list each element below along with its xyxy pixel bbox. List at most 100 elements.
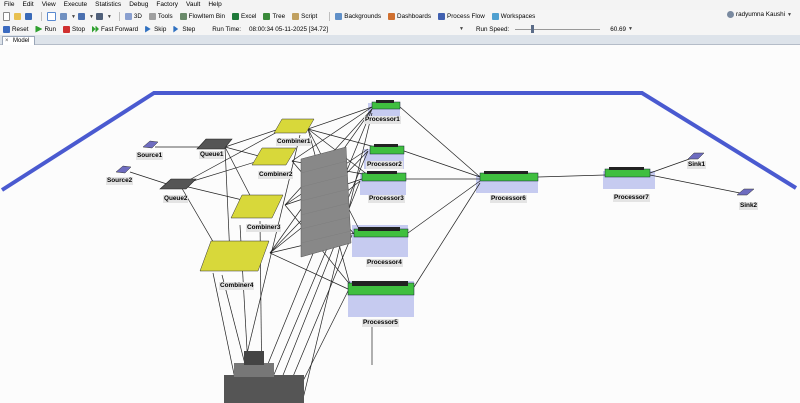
tools-button-label: Tools	[157, 13, 173, 20]
chevron-down-icon: ▼	[71, 13, 76, 20]
backgrounds-button[interactable]: Backgrounds	[335, 13, 381, 20]
combiner4-label: Combiner4	[219, 282, 255, 290]
tree-button[interactable]: Tree	[263, 13, 285, 20]
conveyor	[300, 146, 352, 258]
document-tab-bar: × Model	[0, 35, 800, 45]
process-flow-button[interactable]: Process Flow	[438, 13, 485, 20]
script-icon	[292, 13, 300, 20]
source2-label: Source2	[106, 177, 134, 185]
workspaces-button[interactable]: Workspaces	[491, 13, 536, 20]
connect-mode-button[interactable]: ▼	[60, 13, 76, 20]
menu-vault[interactable]: Vault	[182, 0, 204, 10]
combiner2-label: Combiner2	[258, 171, 294, 179]
skip-icon	[145, 25, 151, 33]
skip-button[interactable]: Skip	[145, 25, 166, 33]
workspaces-button-label: Workspaces	[500, 13, 536, 20]
flowitem-bin-button[interactable]: FlowItem Bin	[179, 13, 226, 20]
menu-help[interactable]: Help	[204, 0, 225, 10]
toolbar-separator	[118, 12, 120, 21]
toolbar-separator	[329, 12, 331, 21]
run-button[interactable]: Run	[35, 25, 57, 33]
fast-forward-button[interactable]: Fast Forward	[91, 25, 138, 33]
menu-execute[interactable]: Execute	[60, 0, 92, 10]
menu-factory[interactable]: Factory	[152, 0, 182, 10]
run-time-value: 08:00:34 05-11-2025 [34.72]	[249, 25, 329, 33]
script-button-label: Script	[301, 13, 318, 20]
save-icon	[25, 13, 32, 20]
fast-forward-icon	[91, 25, 99, 33]
menu-bar: File Edit View Execute Statistics Debug …	[0, 0, 800, 10]
tools-button[interactable]: Tools	[148, 13, 173, 20]
wrench-icon	[148, 13, 156, 20]
excel-icon	[232, 13, 240, 20]
processor7-label: Processor7	[613, 194, 650, 202]
step-icon	[173, 25, 179, 33]
run-time-dropdown-icon[interactable]: ▼	[459, 26, 464, 32]
step-button[interactable]: Step	[173, 25, 196, 33]
combiner1-label: Combiner1	[276, 138, 312, 146]
slider-thumb[interactable]	[531, 25, 535, 33]
run-speed-slider[interactable]	[515, 25, 601, 33]
processor1-label: Processor1	[364, 116, 401, 124]
stop-button[interactable]: Stop	[63, 25, 85, 33]
view-mode-button[interactable]: ▼	[95, 13, 112, 20]
queue2-label: Queue2	[163, 195, 189, 203]
close-icon[interactable]: ×	[5, 37, 9, 45]
tab-model[interactable]: × Model	[2, 36, 36, 45]
flowitem-bin-label: FlowItem Bin	[188, 13, 226, 20]
dashboards-button-label: Dashboards	[397, 13, 431, 20]
workspaces-icon	[491, 13, 499, 20]
slider-track	[515, 28, 601, 30]
folder-icon	[14, 13, 21, 20]
new-file-icon	[3, 12, 10, 21]
excel-button-label: Excel	[241, 13, 257, 20]
paint-mode-button[interactable]: ▼	[77, 13, 94, 20]
select-mode-button[interactable]	[47, 12, 58, 21]
sink2-object	[736, 188, 755, 196]
processor5-label: Processor5	[362, 319, 399, 327]
excel-button[interactable]: Excel	[232, 13, 256, 20]
main-toolbar: ▼ ▼ ▼ 3D Tools FlowItem Bin Excel Tree S…	[0, 10, 800, 24]
backgrounds-icon	[335, 13, 343, 20]
chevron-down-icon: ▼	[106, 13, 112, 20]
connect-icon	[60, 13, 67, 20]
backgrounds-button-label: Backgrounds	[344, 13, 382, 20]
queue1-label: Queue1	[199, 151, 225, 159]
dashboards-button[interactable]: Dashboards	[388, 13, 431, 20]
user-avatar-icon	[727, 11, 735, 18]
pointer-icon	[47, 12, 56, 21]
open-file-button[interactable]	[14, 13, 23, 20]
user-account-button[interactable]: radyumna Kaushi ▼	[727, 11, 792, 18]
flowitem-bin-icon	[179, 13, 187, 20]
3d-button[interactable]: 3D	[124, 13, 142, 20]
new-file-button[interactable]	[3, 12, 12, 21]
dashboard-icon	[388, 13, 396, 20]
menu-file[interactable]: File	[0, 0, 18, 10]
menu-edit[interactable]: Edit	[18, 0, 37, 10]
menu-debug[interactable]: Debug	[125, 0, 152, 10]
script-button[interactable]: Script	[292, 13, 317, 20]
chevron-down-icon: ▼	[88, 13, 94, 20]
sink1-label: Sink1	[687, 161, 707, 169]
sink2-label: Sink2	[739, 202, 759, 210]
run-speed-dropdown-icon[interactable]: ▼	[628, 26, 633, 32]
sink1-object	[687, 152, 705, 160]
tree-icon	[263, 13, 271, 20]
model-scene	[0, 91, 798, 403]
step-label: Step	[182, 25, 196, 33]
run-speed-value: 60.69	[610, 25, 626, 33]
tree-button-label: Tree	[272, 13, 286, 20]
save-button[interactable]	[25, 13, 34, 20]
menu-view[interactable]: View	[38, 0, 60, 10]
model-3d-view[interactable]: Processor1 Source1 Queue1 Combiner1 Proc…	[0, 45, 800, 403]
processor6-label: Processor6	[490, 195, 527, 203]
menu-statistics[interactable]: Statistics	[91, 0, 125, 10]
tab-model-label: Model	[13, 38, 30, 44]
user-name: radyumna Kaushi	[736, 11, 786, 18]
reset-button[interactable]: Reset	[3, 25, 28, 33]
grid-icon	[95, 13, 103, 20]
stop-label: Stop	[72, 25, 85, 33]
source2-object	[115, 165, 132, 174]
run-label: Run	[44, 25, 57, 33]
toolbar-separator	[41, 12, 42, 21]
